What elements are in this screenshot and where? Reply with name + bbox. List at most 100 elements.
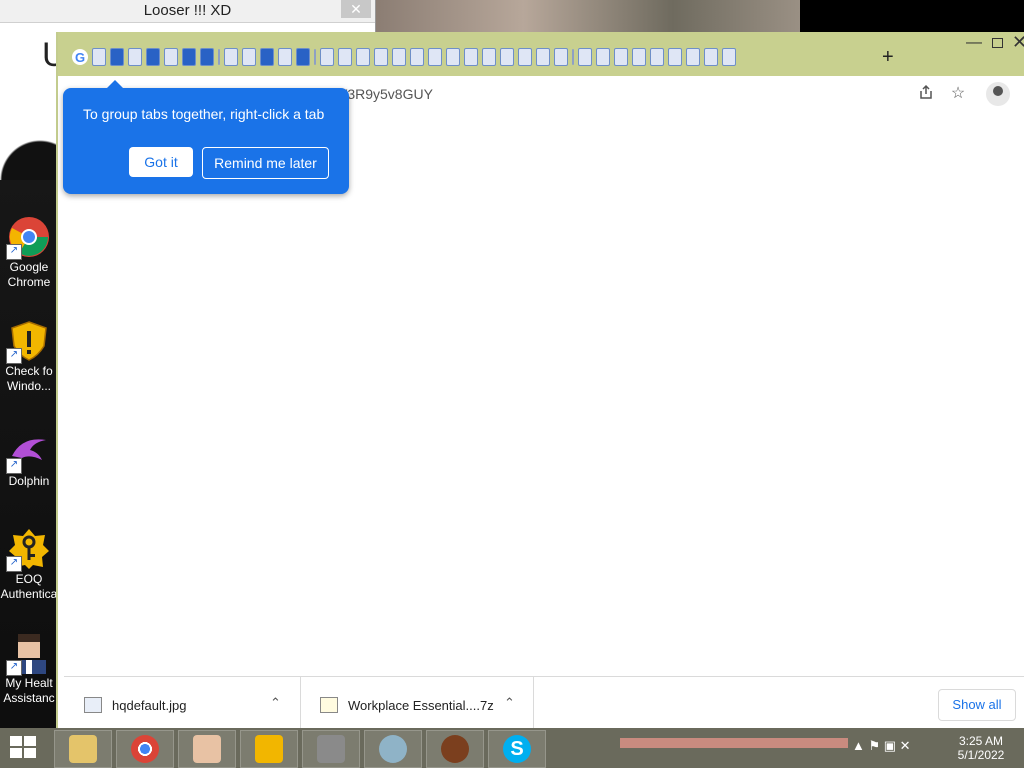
tab[interactable] [128,48,142,66]
desktop-icon-eoq-authenticator[interactable]: ↗ EOQ Authentica [0,528,58,602]
new-tab-button[interactable]: + [882,46,894,69]
tip-text: To group tabs together, right-click a ta… [83,106,325,122]
desktop-icon-my-health-assistant[interactable]: ↗ My Healt Assistanc [0,632,58,706]
tab[interactable] [392,48,406,66]
person-icon: ↗ [6,632,50,676]
desktop-icon-label: Google [9,260,49,274]
coffee-bean-icon [441,735,469,763]
desktop-icon-label: Authentica [0,587,58,601]
download-shelf: hqdefault.jpg ⌃ Workplace Essential....7… [64,676,1024,733]
address-bar[interactable]: V3R9y5v8GUY [338,82,938,106]
desktop-icon-label: Windo... [6,379,51,393]
desktop-icon-label: Dolphin [8,474,50,488]
tab[interactable] [704,48,718,66]
background-window-image [0,120,60,180]
tab[interactable] [278,48,292,66]
desktop-icon-google-chrome[interactable]: ↗ Google Chrome [0,216,58,290]
bookmark-star-icon[interactable]: ☆ [948,84,968,104]
remind-me-later-button[interactable]: Remind me later [202,147,329,179]
download-item[interactable]: hqdefault.jpg ⌃ [64,677,301,731]
chevron-up-icon[interactable]: ⌃ [270,695,281,711]
google-icon[interactable]: G [72,49,88,65]
desktop-icon-label: My Healt [5,676,53,690]
taskbar-coffee-app[interactable] [426,730,484,768]
tab[interactable] [686,48,700,66]
globe-icon [379,735,407,763]
got-it-button[interactable]: Got it [129,147,193,177]
tab[interactable] [110,48,124,66]
tab[interactable] [596,48,610,66]
desktop-icon-check-for-windows[interactable]: ↗ Check fo Windo... [0,320,58,394]
download-item[interactable]: Workplace Essential....7z ⌃ [300,677,534,731]
system-clock[interactable]: 3:25 AM 5/1/2022 [952,734,1010,762]
download-filename: Workplace Essential....7z [348,698,494,713]
clock-date: 5/1/2022 [957,748,1005,762]
person-icon [193,735,221,763]
taskbar-file-explorer[interactable] [54,730,112,768]
taskbar-eoq[interactable] [240,730,298,768]
image-file-icon [84,697,102,713]
taskbar-app-globe[interactable] [364,730,422,768]
folder-icon [69,735,97,763]
tab[interactable] [410,48,424,66]
background-window-close-button[interactable]: ✕ [341,0,371,18]
tab[interactable] [722,48,736,66]
taskbar-sky-app[interactable] [302,730,360,768]
minimize-button[interactable]: — [966,34,982,52]
tab[interactable] [464,48,478,66]
tab[interactable] [164,48,178,66]
tab[interactable] [146,48,160,66]
taskbar-skype[interactable]: S [488,730,546,768]
page-content [58,112,1024,672]
key-badge-icon [255,735,283,763]
shortcut-arrow-icon: ↗ [6,458,22,474]
shortcut-arrow-icon: ↗ [6,348,22,364]
desktop-icon-dolphin[interactable]: ↗ Dolphin [0,430,58,489]
tab[interactable] [92,48,106,66]
tab[interactable] [632,48,646,66]
tab-groups-tip-bubble: To group tabs together, right-click a ta… [63,80,349,194]
tab[interactable] [446,48,460,66]
key-badge-icon: ↗ [6,528,50,572]
tab[interactable] [356,48,370,66]
chevron-up-icon[interactable]: ⌃ [504,695,515,711]
tab[interactable] [482,48,496,66]
tab[interactable] [374,48,388,66]
tab[interactable] [500,48,514,66]
tab-separator [314,49,316,65]
windows-start-icon[interactable] [10,736,36,758]
shortcut-arrow-icon: ↗ [6,556,22,572]
tab[interactable] [296,48,310,66]
profile-avatar-icon[interactable] [986,82,1010,106]
taskbar-progress-strip [620,738,848,748]
show-all-downloads-button[interactable]: Show all [938,689,1016,721]
taskbar: S ▲ ⚑ ▣ ✕ 3:25 AM 5/1/2022 [0,728,1024,768]
tab[interactable] [668,48,682,66]
tab[interactable] [650,48,664,66]
tab[interactable] [554,48,568,66]
system-tray-icons[interactable]: ▲ ⚑ ▣ ✕ [852,738,911,754]
tab[interactable] [338,48,352,66]
tab[interactable] [224,48,238,66]
tab-strip[interactable]: G + — ✕ [58,32,1024,76]
taskbar-chrome[interactable] [116,730,174,768]
chrome-icon [131,735,159,763]
tab[interactable] [320,48,334,66]
tab[interactable] [260,48,274,66]
tab[interactable] [536,48,550,66]
tab[interactable] [518,48,532,66]
tab[interactable] [200,48,214,66]
tab[interactable] [578,48,592,66]
shield-warning-icon: ↗ [6,320,50,364]
share-icon[interactable] [916,84,936,104]
tab[interactable] [614,48,628,66]
tab[interactable] [242,48,256,66]
tab[interactable] [428,48,442,66]
tabs-row[interactable]: G [72,46,842,68]
close-window-button[interactable]: ✕ [1012,32,1024,53]
tab[interactable] [182,48,196,66]
taskbar-health-assistant[interactable] [178,730,236,768]
background-window-title: Looser !!! XD [0,0,375,23]
maximize-button[interactable] [992,38,1003,48]
skype-icon: S [503,735,531,763]
